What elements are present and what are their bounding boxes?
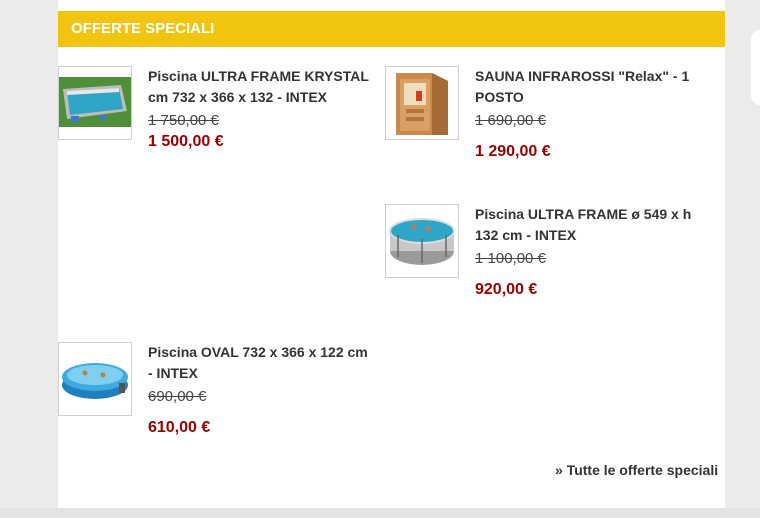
product-name[interactable]: Piscina OVAL 732 x 366 x 122 cm - INTEX (148, 342, 373, 384)
sale-price: 1 500,00 € (148, 133, 224, 150)
old-price: 1 100,00 € (475, 250, 546, 267)
product-info: Piscina OVAL 732 x 366 x 122 cm - INTEX … (148, 342, 373, 439)
sale-price: 920,00 € (475, 281, 538, 298)
section-title: OFFERTE SPECIALI (58, 11, 725, 47)
sale-price: 610,00 € (148, 419, 211, 436)
product-info: Piscina ULTRA FRAME ø 549 x h 132 cm - I… (475, 204, 700, 301)
round-pool-image[interactable] (385, 204, 459, 278)
old-price: 1 750,00 € (148, 112, 219, 129)
product-info: Piscina ULTRA FRAME KRYSTAL cm 732 x 366… (148, 66, 373, 153)
old-price: 690,00 € (148, 388, 207, 405)
all-offers-link[interactable]: » Tutte le offerte speciali (555, 462, 718, 478)
oval-pool-image[interactable] (58, 342, 132, 416)
bottom-bar (0, 508, 760, 518)
rectangular-pool-image[interactable] (58, 66, 132, 140)
old-price: 1 690,00 € (475, 112, 546, 129)
product-name[interactable]: SAUNA INFRAROSSI "Relax" - 1 POSTO (475, 66, 700, 108)
side-decoration (750, 30, 760, 105)
sauna-cabin-image[interactable] (385, 66, 459, 140)
product-info: SAUNA INFRAROSSI "Relax" - 1 POSTO 1 690… (475, 66, 700, 163)
product-name[interactable]: Piscina ULTRA FRAME KRYSTAL cm 732 x 366… (148, 66, 373, 108)
sale-price: 1 290,00 € (475, 143, 551, 160)
product-name[interactable]: Piscina ULTRA FRAME ø 549 x h 132 cm - I… (475, 204, 700, 246)
